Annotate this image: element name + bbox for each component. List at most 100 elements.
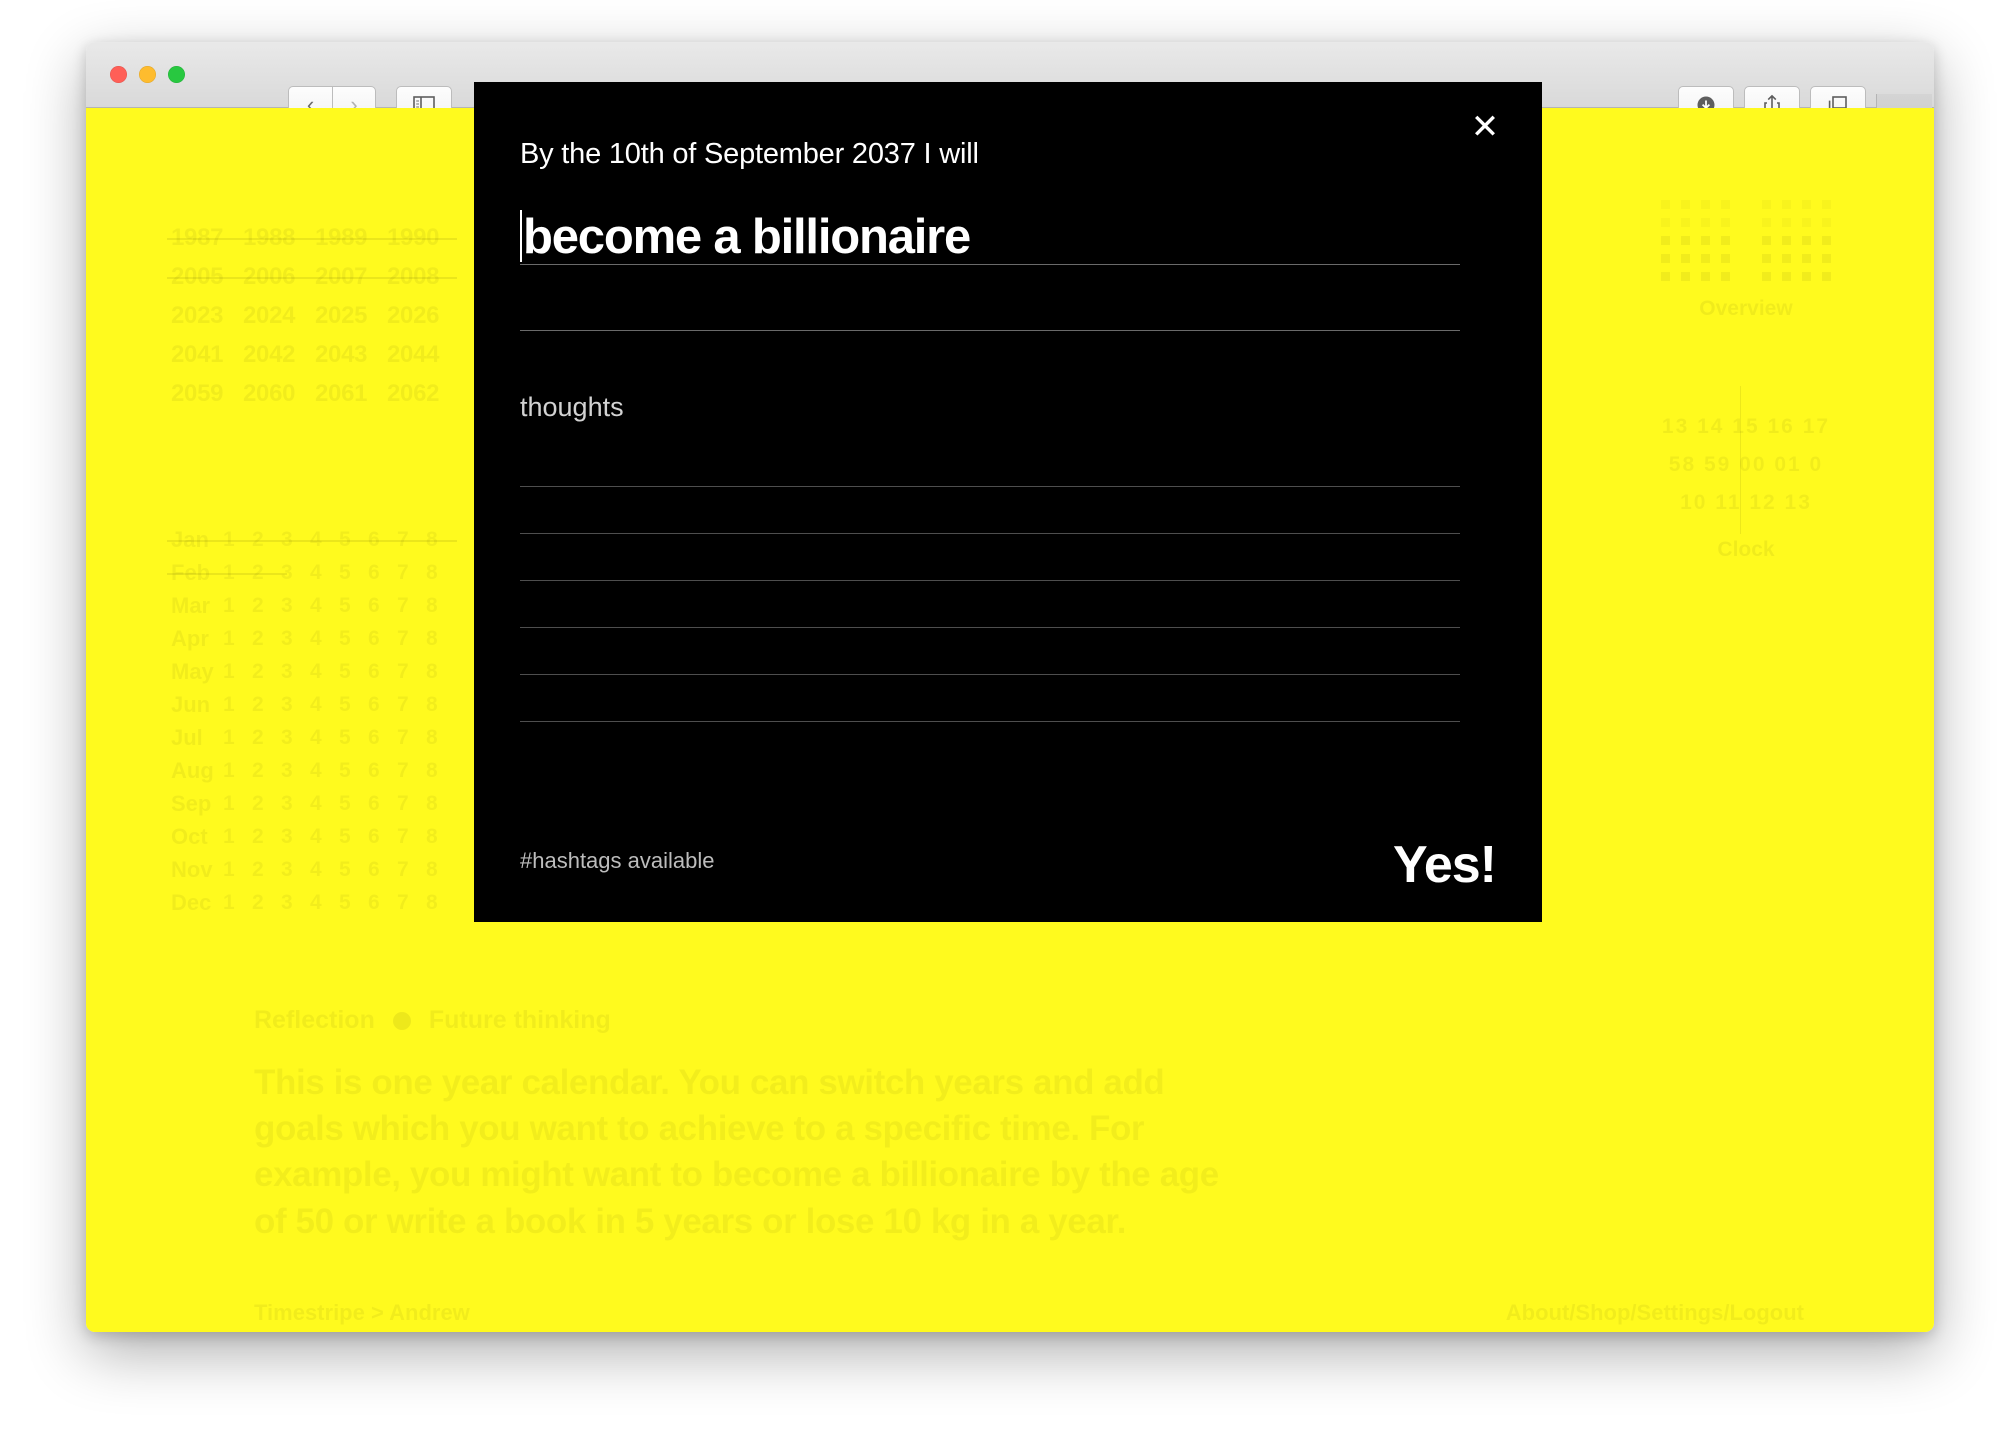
mode-toggle-knob[interactable] [392, 1011, 411, 1030]
day-cell[interactable]: 7 [397, 825, 426, 849]
year-cell[interactable]: 2024 [243, 302, 315, 330]
month-name[interactable]: Mar [171, 593, 223, 619]
year-cell[interactable]: 1990 [387, 224, 459, 252]
day-cell[interactable]: 3 [281, 627, 310, 651]
day-cell[interactable]: 7 [397, 792, 426, 816]
day-cell[interactable]: 3 [281, 825, 310, 849]
day-cell[interactable]: 8 [426, 891, 455, 915]
year-cell[interactable]: 2005 [171, 263, 243, 291]
day-cell[interactable]: 6 [368, 726, 397, 750]
day-cell[interactable]: 8 [426, 627, 455, 651]
day-cell[interactable]: 2 [252, 627, 281, 651]
day-cell[interactable]: 7 [397, 891, 426, 915]
year-cell[interactable]: 1988 [243, 224, 315, 252]
footer-link-about[interactable]: About [1506, 1300, 1570, 1326]
month-name[interactable]: Dec [171, 890, 223, 916]
day-cell[interactable]: 7 [397, 561, 426, 585]
mode-reflection-label[interactable]: Reflection [254, 1006, 375, 1035]
day-cell[interactable]: 2 [252, 858, 281, 882]
day-cell[interactable]: 1 [223, 627, 252, 651]
day-cell[interactable]: 8 [426, 726, 455, 750]
day-cell[interactable]: 5 [339, 825, 368, 849]
year-cell[interactable]: 2043 [315, 341, 387, 369]
year-cell[interactable]: 2041 [171, 341, 243, 369]
day-cell[interactable]: 4 [310, 891, 339, 915]
day-cell[interactable]: 6 [368, 759, 397, 783]
day-cell[interactable]: 1 [223, 792, 252, 816]
day-cell[interactable]: 4 [310, 561, 339, 585]
day-cell[interactable]: 6 [368, 627, 397, 651]
day-cell[interactable]: 4 [310, 825, 339, 849]
day-cell[interactable]: 3 [281, 792, 310, 816]
close-icon[interactable]: ✕ [1462, 104, 1508, 150]
day-cell[interactable]: 5 [339, 891, 368, 915]
day-cell[interactable]: 7 [397, 660, 426, 684]
day-cell[interactable]: 2 [252, 594, 281, 618]
goal-input-second-line[interactable] [520, 265, 1460, 331]
day-cell[interactable]: 3 [281, 594, 310, 618]
day-cell[interactable]: 7 [397, 726, 426, 750]
day-cell[interactable]: 4 [310, 792, 339, 816]
day-cell[interactable]: 5 [339, 858, 368, 882]
thoughts-line[interactable] [520, 721, 1460, 722]
day-cell[interactable]: 2 [252, 693, 281, 717]
day-cell[interactable]: 3 [281, 891, 310, 915]
day-cell[interactable]: 8 [426, 792, 455, 816]
day-cell[interactable]: 3 [281, 726, 310, 750]
month-name[interactable]: Oct [171, 824, 223, 850]
year-cell[interactable]: 2025 [315, 302, 387, 330]
view-mode-switch[interactable]: Reflection Future thinking [254, 1006, 611, 1035]
day-cell[interactable]: 5 [339, 594, 368, 618]
year-cell[interactable]: 2059 [171, 380, 243, 408]
day-cell[interactable]: 4 [310, 627, 339, 651]
day-cell[interactable]: 5 [339, 726, 368, 750]
year-cell[interactable]: 2062 [387, 380, 459, 408]
year-cell[interactable]: 2023 [171, 302, 243, 330]
day-cell[interactable]: 8 [426, 693, 455, 717]
day-cell[interactable]: 1 [223, 594, 252, 618]
footer-link-logout[interactable]: Logout [1729, 1300, 1804, 1326]
footer-link-shop[interactable]: Shop [1575, 1300, 1630, 1326]
day-cell[interactable]: 8 [426, 759, 455, 783]
day-cell[interactable]: 8 [426, 858, 455, 882]
day-cell[interactable]: 1 [223, 759, 252, 783]
day-cell[interactable]: 6 [368, 891, 397, 915]
day-cell[interactable]: 6 [368, 858, 397, 882]
day-cell[interactable]: 1 [223, 726, 252, 750]
day-cell[interactable]: 4 [310, 660, 339, 684]
day-cell[interactable]: 8 [426, 660, 455, 684]
day-cell[interactable]: 4 [310, 858, 339, 882]
day-cell[interactable]: 6 [368, 825, 397, 849]
day-cell[interactable]: 5 [339, 561, 368, 585]
goal-input[interactable]: become a billionaire [520, 197, 1460, 265]
day-cell[interactable]: 4 [310, 759, 339, 783]
day-cell[interactable]: 1 [223, 693, 252, 717]
day-cell[interactable]: 8 [426, 825, 455, 849]
day-cell[interactable]: 1 [223, 858, 252, 882]
day-cell[interactable]: 6 [368, 693, 397, 717]
day-cell[interactable]: 1 [223, 891, 252, 915]
footer-account[interactable]: Timestripe > Andrew [254, 1300, 470, 1326]
day-cell[interactable]: 2 [252, 891, 281, 915]
day-cell[interactable]: 7 [397, 858, 426, 882]
thoughts-line[interactable] [520, 580, 1460, 581]
day-cell[interactable]: 3 [281, 759, 310, 783]
day-cell[interactable]: 1 [223, 660, 252, 684]
month-name[interactable]: Nov [171, 857, 223, 883]
month-name[interactable]: Jul [171, 725, 223, 751]
close-window-button[interactable] [110, 66, 127, 83]
day-cell[interactable]: 2 [252, 825, 281, 849]
year-cell[interactable]: 1989 [315, 224, 387, 252]
day-cell[interactable]: 6 [368, 594, 397, 618]
month-name[interactable]: Apr [171, 626, 223, 652]
day-cell[interactable]: 2 [252, 726, 281, 750]
day-cell[interactable]: 5 [339, 660, 368, 684]
day-cell[interactable]: 6 [368, 561, 397, 585]
month-name[interactable]: Sep [171, 791, 223, 817]
day-cell[interactable]: 3 [281, 858, 310, 882]
day-cell[interactable]: 5 [339, 693, 368, 717]
day-cell[interactable]: 7 [397, 693, 426, 717]
day-cell[interactable]: 3 [281, 660, 310, 684]
day-cell[interactable]: 5 [339, 627, 368, 651]
month-name[interactable]: Aug [171, 758, 223, 784]
